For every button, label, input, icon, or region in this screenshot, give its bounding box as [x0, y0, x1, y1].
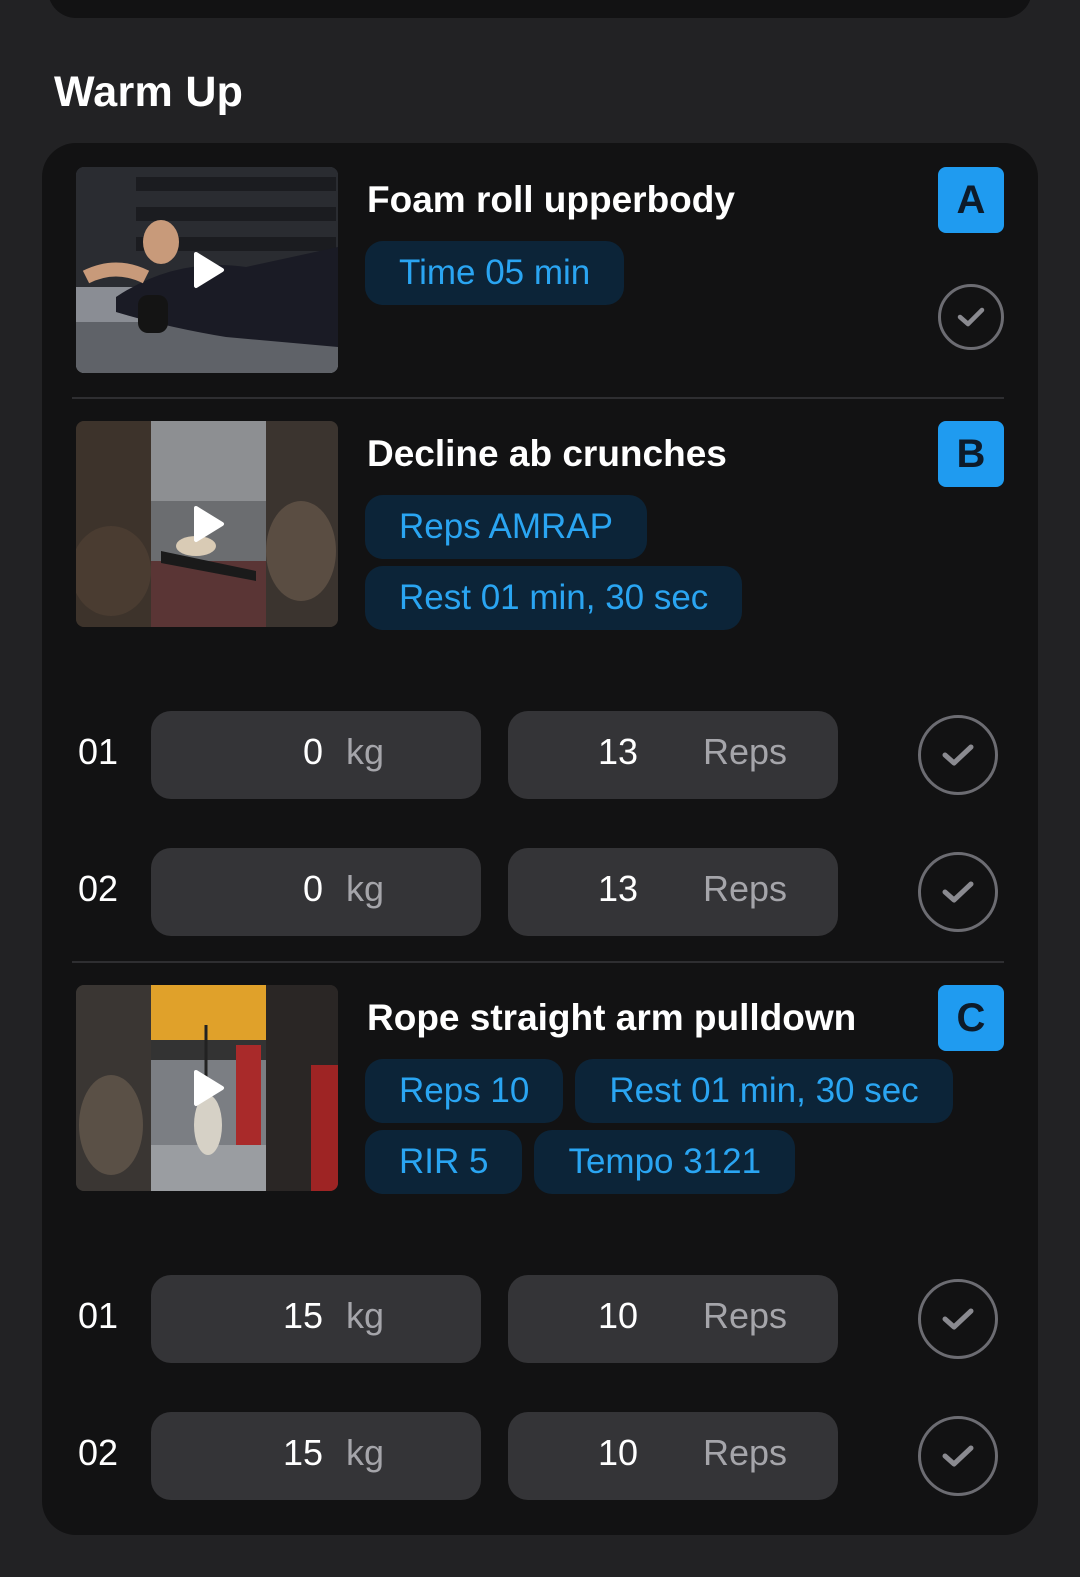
exercise-params: Reps 10 Rest 01 min, 30 sec RIR 5 Tempo … — [365, 1059, 985, 1201]
set-row: 02 15 kg 10 Reps — [42, 1412, 1038, 1500]
check-icon — [942, 881, 974, 903]
divider — [72, 397, 1004, 399]
weight-input[interactable]: 0 kg — [151, 848, 481, 936]
set-number: 01 — [78, 731, 119, 772]
complete-set-button[interactable] — [918, 852, 998, 932]
reps-value: 10 — [598, 1295, 639, 1336]
weight-input[interactable]: 15 kg — [151, 1275, 481, 1363]
param-chip-rir: RIR 5 — [365, 1130, 523, 1194]
check-icon — [942, 1445, 974, 1467]
exercise-b: Decline ab crunches B Reps AMRAP Rest 01… — [42, 421, 1038, 630]
exercise-letter-badge: A — [938, 167, 1004, 233]
play-icon — [194, 506, 224, 542]
weight-input[interactable]: 0 kg — [151, 711, 481, 799]
previous-card — [48, 0, 1032, 18]
exercise-a: Foam roll upperbody A Time 05 min — [42, 167, 1038, 373]
check-icon — [957, 307, 985, 327]
set-number: 01 — [78, 1295, 119, 1336]
param-chip-time: Time 05 min — [365, 241, 625, 305]
weight-value: 0 — [302, 731, 323, 772]
section-title: Warm Up — [54, 68, 244, 116]
exercise-params: Reps AMRAP Rest 01 min, 30 sec — [365, 495, 985, 637]
exercise-title: Rope straight arm pulldown — [367, 997, 857, 1038]
param-chip-reps: Reps 10 — [365, 1059, 564, 1123]
reps-value: 13 — [598, 868, 639, 909]
param-chip-reps: Reps AMRAP — [365, 495, 647, 559]
set-row: 01 0 kg 13 Reps — [42, 711, 1038, 799]
reps-input[interactable]: 10 Reps — [508, 1275, 838, 1363]
set-number: 02 — [78, 868, 119, 909]
set-row: 01 15 kg 10 Reps — [42, 1275, 1038, 1363]
set-row: 02 0 kg 13 Reps — [42, 848, 1038, 936]
check-icon — [942, 744, 974, 766]
reps-unit: Reps — [703, 1295, 788, 1336]
weight-unit: kg — [346, 731, 385, 772]
set-number: 02 — [78, 1432, 119, 1473]
param-chip-tempo: Tempo 3121 — [534, 1130, 796, 1194]
reps-unit: Reps — [703, 868, 788, 909]
reps-unit: Reps — [703, 1432, 788, 1473]
exercise-letter-badge: C — [938, 985, 1004, 1051]
weight-unit: kg — [346, 1295, 385, 1336]
reps-unit: Reps — [703, 731, 788, 772]
exercise-c: Rope straight arm pulldown C Reps 10 Res… — [42, 985, 1038, 1194]
play-icon — [194, 252, 224, 288]
play-icon — [194, 1070, 224, 1106]
param-chip-rest: Rest 01 min, 30 sec — [365, 566, 743, 630]
workout-card: Foam roll upperbody A Time 05 min Declin… — [42, 143, 1038, 1535]
complete-exercise-button[interactable] — [938, 284, 1004, 350]
weight-input[interactable]: 15 kg — [151, 1412, 481, 1500]
complete-set-button[interactable] — [918, 715, 998, 795]
complete-set-button[interactable] — [918, 1279, 998, 1359]
exercise-video-thumbnail[interactable] — [76, 167, 338, 373]
exercise-title: Foam roll upperbody — [367, 179, 735, 220]
check-icon — [942, 1308, 974, 1330]
exercise-params: Time 05 min — [365, 241, 985, 312]
weight-unit: kg — [346, 868, 385, 909]
weight-value: 15 — [282, 1295, 323, 1336]
reps-input[interactable]: 10 Reps — [508, 1412, 838, 1500]
weight-value: 15 — [282, 1432, 323, 1473]
reps-input[interactable]: 13 Reps — [508, 711, 838, 799]
reps-value: 13 — [598, 731, 639, 772]
reps-value: 10 — [598, 1432, 639, 1473]
exercise-title: Decline ab crunches — [367, 433, 727, 474]
exercise-video-thumbnail[interactable] — [76, 421, 338, 627]
exercise-video-thumbnail[interactable] — [76, 985, 338, 1191]
param-chip-rest: Rest 01 min, 30 sec — [575, 1059, 953, 1123]
exercise-letter-badge: B — [938, 421, 1004, 487]
divider — [72, 961, 1004, 963]
weight-value: 0 — [302, 868, 323, 909]
reps-input[interactable]: 13 Reps — [508, 848, 838, 936]
complete-set-button[interactable] — [918, 1416, 998, 1496]
weight-unit: kg — [346, 1432, 385, 1473]
